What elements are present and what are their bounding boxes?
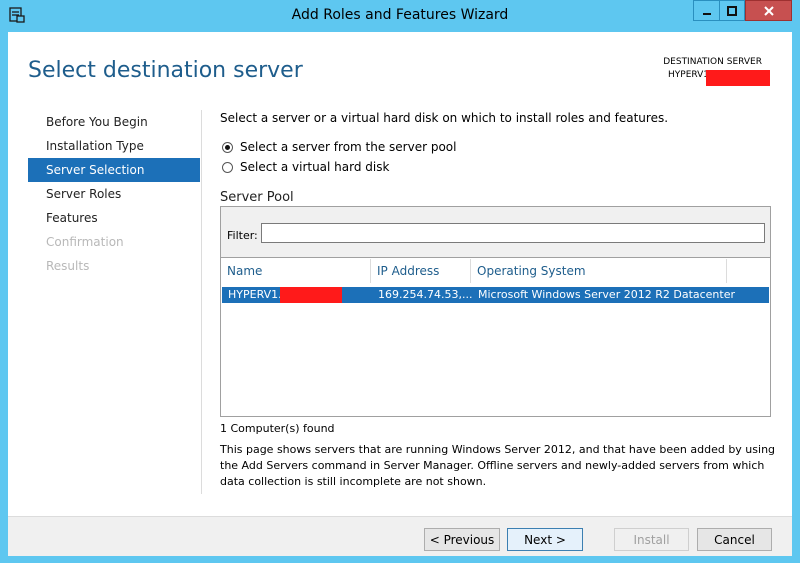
previous-button[interactable]: < Previous: [424, 528, 500, 551]
computers-found-count: 1 Computer(s) found: [220, 422, 335, 435]
destination-server-name: HYPERV1: [668, 70, 710, 80]
radio-server-pool-label: Select a server from the server pool: [240, 140, 457, 154]
nav-item-confirmation: Confirmation: [46, 235, 124, 249]
next-button[interactable]: Next >: [507, 528, 583, 551]
instruction-text: Select a server or a virtual hard disk o…: [220, 111, 669, 125]
minimize-icon: [702, 12, 711, 15]
column-header-name[interactable]: Name: [221, 259, 371, 283]
filter-label: Filter:: [227, 229, 258, 242]
title-bar: Add Roles and Features Wizard: [0, 0, 800, 32]
cancel-button[interactable]: Cancel: [697, 528, 772, 551]
column-header-operating-system[interactable]: Operating System: [471, 259, 727, 283]
radio-virtual-hard-disk[interactable]: Select a virtual hard disk: [222, 160, 389, 174]
nav-item-results: Results: [46, 259, 90, 273]
destination-server-label: DESTINATION SERVER: [663, 57, 762, 67]
nav-item-server-roles[interactable]: Server Roles: [28, 182, 200, 206]
maximize-icon: [727, 5, 737, 16]
description-text: This page shows servers that are running…: [220, 443, 776, 488]
redaction-mark: [280, 287, 342, 303]
nav-item-server-selection[interactable]: Server Selection: [28, 158, 200, 182]
install-button: Install: [614, 528, 689, 551]
close-button[interactable]: [745, 0, 792, 21]
cell-operating-system: Microsoft Windows Server 2012 R2 Datacen…: [478, 288, 736, 301]
wizard-nav: Before You Begin Installation Type Serve…: [28, 110, 200, 278]
nav-item-installation-type[interactable]: Installation Type: [28, 134, 200, 158]
server-pool-list: Filter: Name IP Address Operating System…: [220, 206, 771, 417]
nav-divider: [201, 110, 202, 494]
radio-vhd-label: Select a virtual hard disk: [240, 160, 390, 174]
minimize-button[interactable]: [693, 0, 719, 21]
cell-ip-address: 169.254.74.53,...: [378, 288, 473, 301]
cell-name: HYPERV1.: [228, 288, 282, 301]
wizard-client-area: Select destination server DESTINATION SE…: [8, 32, 792, 556]
server-pool-heading: Server Pool: [220, 190, 294, 205]
nav-item-features[interactable]: Features: [28, 206, 200, 230]
close-icon: [763, 5, 774, 16]
filter-area: Filter:: [221, 207, 770, 258]
radio-checked-icon[interactable]: [222, 141, 233, 153]
page-title: Select destination server: [28, 58, 303, 83]
column-header-ip-address[interactable]: IP Address: [371, 259, 471, 283]
radio-server-pool[interactable]: Select a server from the server pool: [222, 140, 457, 154]
table-row[interactable]: HYPERV1. 169.254.74.53,... Microsoft Win…: [222, 287, 769, 303]
window-title: Add Roles and Features Wizard: [291, 7, 509, 23]
filter-input[interactable]: [261, 223, 765, 243]
redaction-mark: [706, 70, 770, 86]
radio-unchecked-icon[interactable]: [222, 161, 233, 173]
nav-item-before-you-begin[interactable]: Before You Begin: [28, 110, 200, 134]
maximize-button[interactable]: [719, 0, 745, 21]
